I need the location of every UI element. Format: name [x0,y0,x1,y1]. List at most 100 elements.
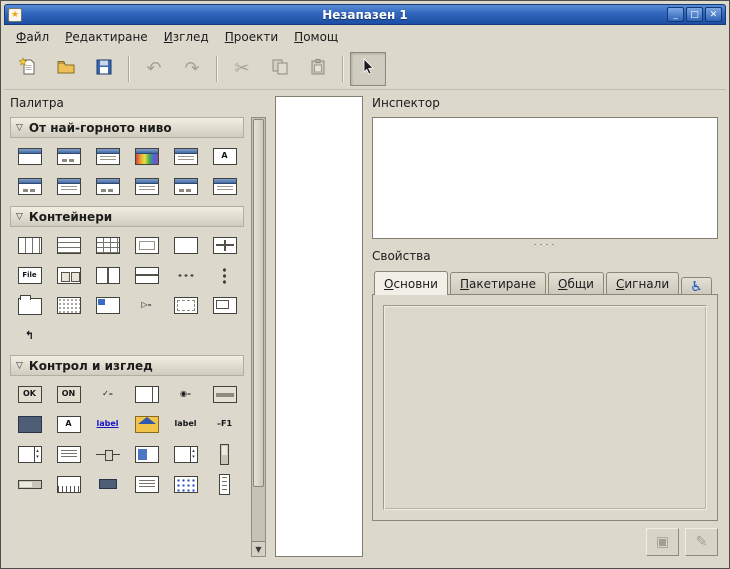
scrollbar-down-button[interactable]: ▼ [252,541,265,556]
palette-item-button[interactable]: OK [10,379,49,409]
palette-item-text-entry[interactable] [10,409,49,439]
palette-item-combo-box-entry[interactable] [10,439,49,469]
menu-projects[interactable]: Проекти [217,27,286,47]
palette-item-icon-view[interactable] [166,469,205,499]
palette-item-progress-bar[interactable] [127,439,166,469]
section-header-controls[interactable]: ▽ Контрол и изглед [10,355,244,376]
minimize-button[interactable]: _ [667,7,684,22]
palette-item-table[interactable] [88,230,127,260]
tab-signals[interactable]: Сигнали [606,272,679,295]
tab-accessibility[interactable]: ♿ [681,277,712,295]
inspector-tree[interactable] [372,117,718,239]
section-header-toplevel[interactable]: ▽ От най-горното ниво [10,117,244,138]
palette-item-hpaned[interactable] [88,260,127,290]
window-title: Незапазен 1 [5,8,725,22]
menu-view[interactable]: Изглед [156,27,217,47]
palette-item-dialog[interactable] [49,141,88,171]
palette-item-option-menu[interactable] [205,379,244,409]
section-header-containers[interactable]: ▽ Контейнери [10,206,244,227]
inspector-label: Инспектор [372,96,718,113]
copy-button[interactable] [262,52,298,86]
design-canvas[interactable] [275,96,363,557]
palette-item-scrolled-window[interactable] [205,230,244,260]
palette-item-hscrollbar[interactable] [10,469,49,499]
palette-item-vbutton-box[interactable] [205,260,244,290]
palette-item-radio-button[interactable]: ◉– [166,379,205,409]
redo-button[interactable]: ↷ [174,52,210,86]
menu-edit[interactable]: Редактиране [57,27,156,47]
tab-packing[interactable]: Пакетиране [450,272,546,295]
cut-button[interactable]: ✂ [224,52,260,86]
palette-item-combo-box[interactable] [127,379,166,409]
palette-item-alignment[interactable] [166,230,205,260]
palette-item-aspect-frame[interactable] [205,290,244,320]
edit-button[interactable]: ✎ [685,528,718,556]
palette-item-file-selection-dialog[interactable] [166,141,205,171]
details-button[interactable]: ▣ [646,528,679,556]
titlebar[interactable]: ★ Незапазен 1 _ □ ✕ [4,4,726,25]
new-file-button[interactable] [10,52,46,86]
palette-item-toolbar[interactable] [49,260,88,290]
palette-item-spin-button[interactable] [166,439,205,469]
palette-item-vpaned[interactable] [127,260,166,290]
palette-item-hbox[interactable] [10,230,49,260]
message-box-icon [135,178,159,195]
palette-item-frame[interactable] [127,230,166,260]
tab-general[interactable]: Основни [374,271,448,295]
palette-item-menu-bar[interactable]: File [10,260,49,290]
menu-help[interactable]: Помощ [286,27,346,47]
palette-item-message-dialog[interactable] [88,141,127,171]
palette-item-label[interactable]: label [166,409,205,439]
palette-item-layout[interactable] [49,290,88,320]
close-button[interactable]: ✕ [705,7,722,22]
palette-scrollbar[interactable]: ▼ [251,117,266,557]
palette-item-link-button[interactable]: label [88,409,127,439]
scrollbar-track[interactable] [252,488,265,541]
palette-item-check-button[interactable]: ✓– [88,379,127,409]
palette-item-hscale[interactable] [88,439,127,469]
paste-button[interactable] [300,52,336,86]
save-floppy-icon [94,57,114,80]
palette-item-viewport[interactable] [166,290,205,320]
palette-item-custom-widget[interactable]: ↰ [10,320,49,350]
message-dialog-icon [96,148,120,165]
save-file-button[interactable] [86,52,122,86]
hscrollbar-icon [18,480,42,489]
palette-item-list[interactable] [205,469,244,499]
palette-item-property-dialog[interactable] [88,171,127,201]
palette-item-notebook[interactable] [10,290,49,320]
palette-item-font-selection-dialog[interactable]: A [205,141,244,171]
palette-item-toggle-button[interactable]: ON [49,379,88,409]
properties-empty-area [383,305,707,510]
palette-item-combo-box-dialog[interactable] [49,171,88,201]
palette-item-curve[interactable] [88,469,127,499]
palette-item-message-box[interactable] [127,171,166,201]
selector-button[interactable] [350,52,386,86]
vbox-icon [57,237,81,254]
palette-item-accel-label[interactable]: –F1 [205,409,244,439]
palette-item-tree-view[interactable] [127,469,166,499]
new-file-icon [18,57,38,80]
palette-item-hruler[interactable] [49,469,88,499]
scrollbar-thumb[interactable] [253,119,264,487]
maximize-button[interactable]: □ [686,7,703,22]
palette-item-handle-box[interactable] [88,290,127,320]
palette-item-image[interactable] [127,409,166,439]
palette-item-input-dialog[interactable] [10,171,49,201]
palette-item-about-dialog[interactable] [166,171,205,201]
menu-file[interactable]: Файл [8,27,57,47]
palette-item-text-view[interactable]: A [49,409,88,439]
file-selection-dialog-icon [174,148,198,165]
palette-item-arrow[interactable]: ▷– [127,290,166,320]
palette-item-text-box[interactable] [49,439,88,469]
palette-item-window[interactable] [10,141,49,171]
pane-resize-handle[interactable] [372,239,718,249]
tab-common[interactable]: Общи [548,272,604,295]
palette-item-vbox[interactable] [49,230,88,260]
undo-button[interactable]: ↶ [136,52,172,86]
palette-item-hbutton-box[interactable] [166,260,205,290]
palette-item-color-selection-dialog[interactable] [127,141,166,171]
open-file-button[interactable] [48,52,84,86]
palette-item-vscrollbar[interactable] [205,439,244,469]
palette-item-assistant-dialog[interactable] [205,171,244,201]
